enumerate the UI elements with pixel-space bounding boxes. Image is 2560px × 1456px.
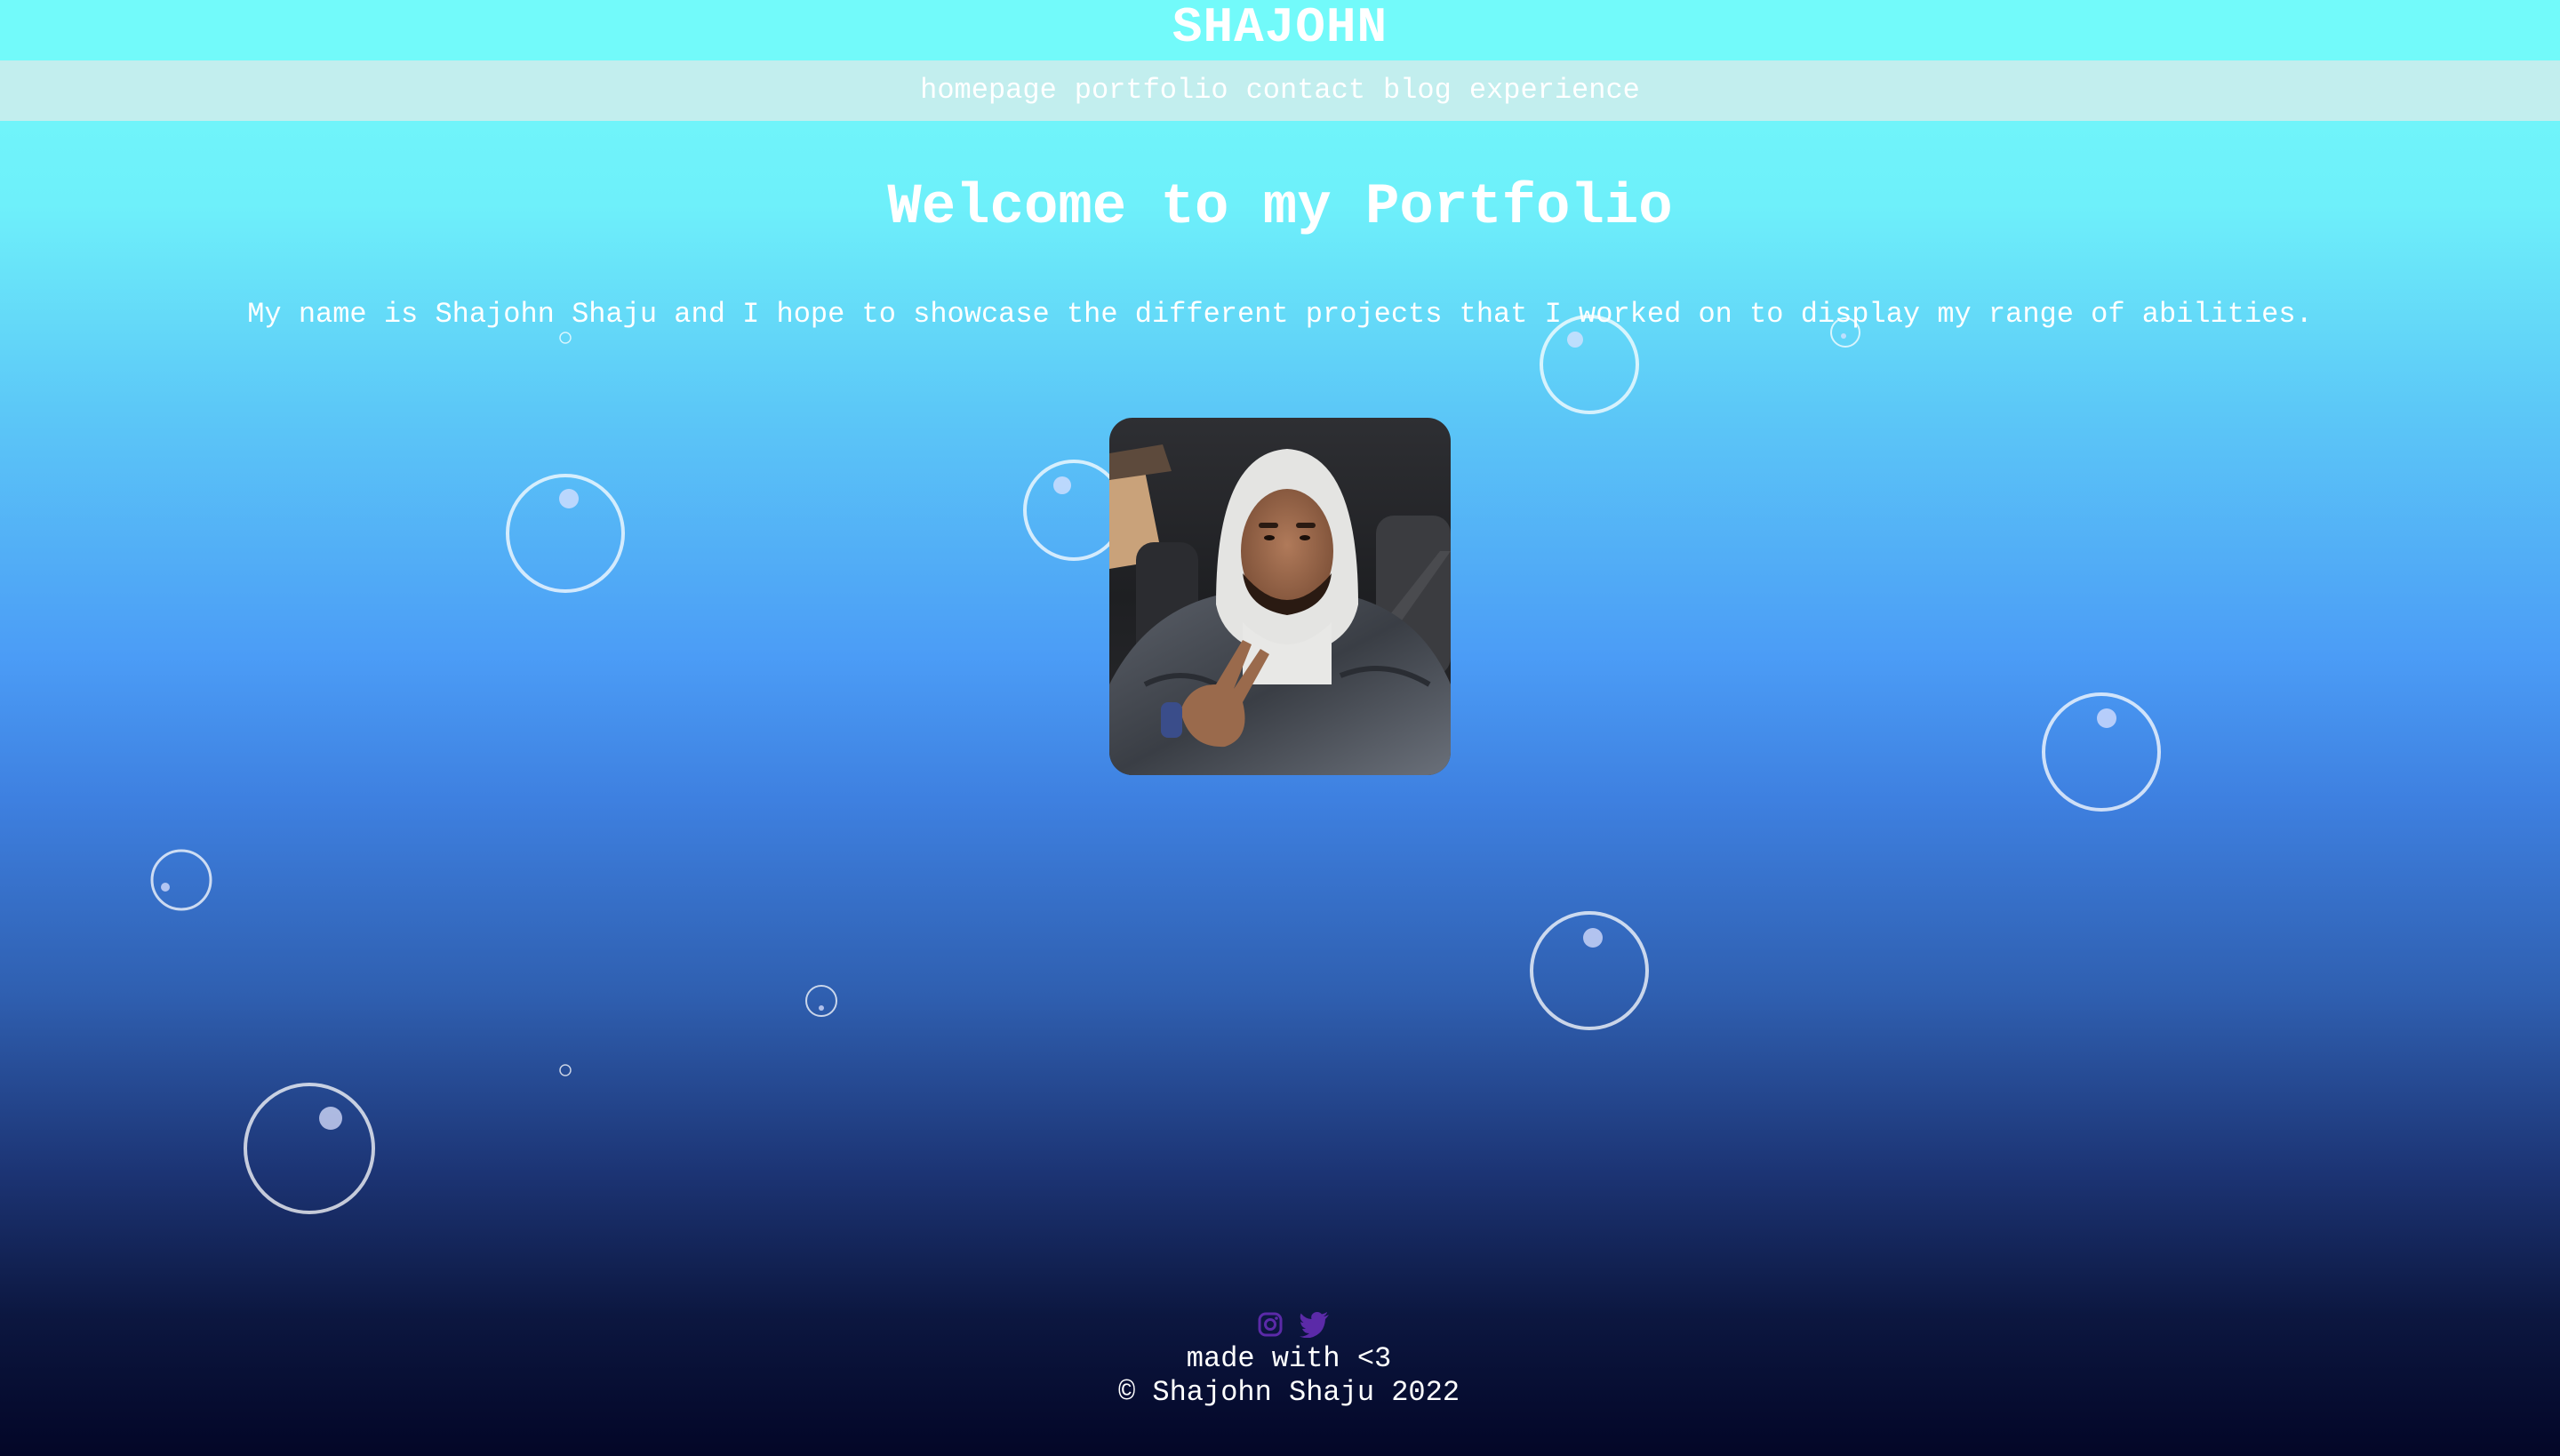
bubble xyxy=(1530,911,1649,1030)
nav-item-blog[interactable]: blog xyxy=(1383,60,1452,121)
site-header: SHAJOHN xyxy=(0,0,2560,60)
site-footer: made with <3 © Shajohn Shaju 2022 xyxy=(0,1307,2560,1410)
nav-item-portfolio[interactable]: portfolio xyxy=(1075,60,1228,121)
bubble xyxy=(559,1064,572,1076)
main-nav: homepage portfolio contact blog experien… xyxy=(0,60,2560,121)
nav-item-homepage[interactable]: homepage xyxy=(920,60,1057,121)
social-links xyxy=(27,1307,2560,1342)
bubble xyxy=(559,332,572,344)
bubble xyxy=(805,985,837,1017)
bubble xyxy=(244,1083,375,1214)
profile-photo-illustration xyxy=(1109,418,1451,775)
bubble xyxy=(2042,692,2161,812)
twitter-icon[interactable] xyxy=(1300,1311,1330,1338)
intro-text: My name is Shajohn Shaju and I hope to s… xyxy=(247,298,2313,331)
bubble xyxy=(506,474,625,593)
made-with-text: made with <3 xyxy=(1186,1342,1392,1375)
copyright-text: © Shajohn Shaju 2022 xyxy=(1117,1376,1460,1409)
nav-item-contact[interactable]: contact xyxy=(1246,60,1365,121)
nav-item-experience[interactable]: experience xyxy=(1469,60,1640,121)
bubble xyxy=(150,849,212,911)
profile-photo xyxy=(1109,418,1451,775)
bubble xyxy=(1023,460,1124,561)
instagram-icon[interactable] xyxy=(1257,1311,1284,1338)
site-title[interactable]: SHAJOHN xyxy=(1172,0,1388,55)
page-title: Welcome to my Portfolio xyxy=(887,176,1673,240)
